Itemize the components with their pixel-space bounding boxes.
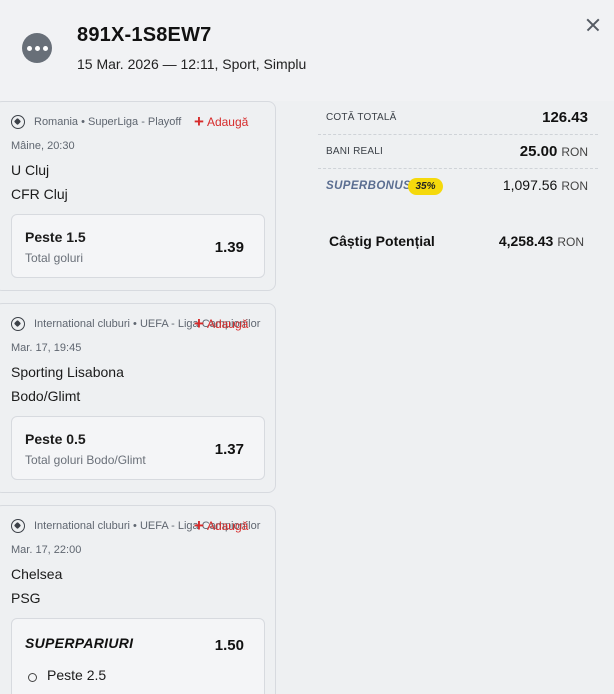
stake-label: BANI REALI bbox=[326, 146, 384, 157]
ticket-header: 891X-1S8EW7 15 Mar. 2026 — 12:11, Sport,… bbox=[0, 0, 614, 101]
superpariuri-pick: Peste 2.5 bbox=[47, 667, 107, 683]
selection-market: Total goluri bbox=[25, 251, 84, 265]
radio-button[interactable] bbox=[28, 673, 37, 682]
football-icon bbox=[11, 519, 25, 533]
home-team: U Cluj bbox=[11, 162, 50, 178]
home-team: Chelsea bbox=[11, 566, 63, 582]
ticket-subtitle: 15 Mar. 2026 — 12:11, Sport, Simplu bbox=[77, 56, 307, 72]
potential-win-value: 4,258.43 bbox=[498, 233, 554, 249]
event-card: International cluburi • UEFA - Liga Camp… bbox=[0, 505, 276, 694]
match-time: Mar. 17, 19:45 bbox=[11, 342, 82, 354]
superbonus-value-wrap: 1,097.56 RON bbox=[503, 177, 588, 193]
potential-win-row: Câștig Potențial 4,258.43 RON bbox=[318, 229, 598, 253]
close-icon[interactable] bbox=[583, 15, 603, 35]
add-button[interactable]: + Adaugă bbox=[194, 516, 249, 535]
currency: RON bbox=[561, 145, 588, 159]
superbonus-row: SUPERBONUS 35% 1,097.56 RON bbox=[318, 169, 598, 203]
selection-box[interactable]: Peste 1.5 Total goluri 1.39 bbox=[11, 214, 265, 278]
event-card: International cluburi • UEFA - Liga Camp… bbox=[0, 303, 276, 493]
plus-icon: + bbox=[194, 516, 204, 535]
superpariuri-title: SUPERPARIURI bbox=[25, 635, 134, 651]
selection-market: Total goluri Bodo/Glimt bbox=[25, 453, 146, 467]
away-team: Bodo/Glimt bbox=[11, 388, 81, 404]
total-odds-value: 126.43 bbox=[542, 109, 588, 126]
away-team: CFR Cluj bbox=[11, 186, 68, 202]
superpariuri-odd: 1.50 bbox=[214, 637, 244, 654]
stake-value: 25.00 bbox=[519, 143, 558, 160]
selection-odd: 1.37 bbox=[214, 441, 244, 458]
selection-name: Peste 0.5 bbox=[25, 431, 86, 447]
away-team: PSG bbox=[11, 590, 41, 606]
stake-value-wrap: 25.00 RON bbox=[520, 143, 588, 160]
match-time: Mar. 17, 22:00 bbox=[11, 544, 82, 556]
plus-icon: + bbox=[194, 314, 204, 333]
more-dots-icon[interactable] bbox=[22, 33, 52, 63]
total-odds-row: COTĂ TOTALĂ 126.43 bbox=[318, 101, 598, 135]
football-icon bbox=[11, 317, 25, 331]
plus-icon: + bbox=[194, 112, 204, 131]
currency: RON bbox=[557, 235, 584, 249]
league-name: Romania • SuperLiga - Playoff bbox=[34, 116, 182, 128]
superbonus-value: 1,097.56 bbox=[502, 177, 558, 193]
ticket-id: 891X-1S8EW7 bbox=[77, 24, 212, 46]
add-label: Adaugă bbox=[206, 115, 249, 129]
add-label: Adaugă bbox=[206, 519, 249, 533]
total-odds-label: COTĂ TOTALĂ bbox=[326, 112, 397, 123]
stake-row: BANI REALI 25.00 RON bbox=[318, 135, 598, 169]
currency: RON bbox=[561, 179, 588, 193]
selection-odd: 1.39 bbox=[214, 239, 244, 256]
add-button[interactable]: + Adaugă bbox=[194, 314, 249, 333]
match-time: Mâine, 20:30 bbox=[11, 140, 75, 152]
selection-box[interactable]: Peste 0.5 Total goluri Bodo/Glimt 1.37 bbox=[11, 416, 265, 480]
event-card: Romania • SuperLiga - Playoff + Adaugă M… bbox=[0, 101, 276, 291]
superbonus-badge: 35% bbox=[408, 178, 443, 195]
add-label: Adaugă bbox=[206, 317, 249, 331]
selection-name: Peste 1.5 bbox=[25, 229, 86, 245]
superbonus-label: SUPERBONUS bbox=[326, 180, 412, 192]
add-button[interactable]: + Adaugă bbox=[194, 112, 249, 131]
potential-win-value-wrap: 4,258.43 RON bbox=[499, 233, 584, 249]
potential-win-label: Câștig Potențial bbox=[329, 233, 435, 249]
superpariuri-box[interactable]: SUPERPARIURI 1.50 Peste 2.5 bbox=[11, 618, 265, 694]
home-team: Sporting Lisabona bbox=[11, 364, 124, 380]
football-icon bbox=[11, 115, 25, 129]
